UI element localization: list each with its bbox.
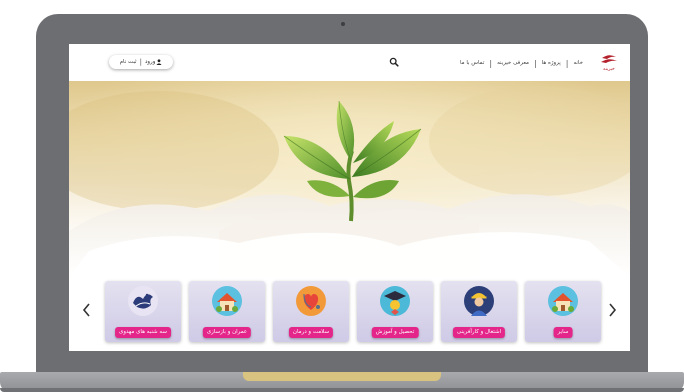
category-card-other[interactable]: سایر — [525, 281, 601, 342]
category-label: سه شنبه های مهدوی — [115, 327, 171, 338]
category-label: تحصیل و آموزش — [371, 327, 419, 338]
laptop-base-shadow — [0, 388, 684, 392]
category-label: سایر — [553, 327, 573, 338]
nav-separator: | — [565, 58, 569, 68]
category-label: سلامت و درمان — [288, 327, 334, 338]
category-cards: سایر اشتغال و کارآفرینی تحصیل و آموزش سل… — [69, 277, 630, 351]
website-screen: خیرینه خانه | پروژه ها | معرفی خیرینه | … — [69, 44, 630, 351]
category-card-employment[interactable]: اشتغال و کارآفرینی — [441, 281, 517, 342]
main-nav: خانه | پروژه ها | معرفی خیرینه | تماس با… — [455, 57, 588, 69]
category-card-construction[interactable]: عمران و بازسازی — [189, 281, 265, 342]
laptop-hinge-notch — [243, 372, 441, 381]
login-link[interactable]: ورود — [145, 59, 155, 65]
nav-separator: | — [533, 58, 537, 68]
house-icon — [548, 286, 578, 316]
category-label: عمران و بازسازی — [202, 327, 252, 338]
graduation-icon — [380, 286, 410, 316]
search-icon[interactable] — [389, 57, 399, 67]
nav-home[interactable]: خانه — [568, 60, 588, 66]
house-icon — [212, 286, 242, 316]
category-card-health[interactable]: سلامت و درمان — [273, 281, 349, 342]
mahdavi-calligraphy-icon — [128, 286, 158, 316]
register-link[interactable]: ثبت نام — [120, 59, 137, 65]
nav-separator: | — [489, 58, 493, 68]
user-icon — [156, 59, 162, 65]
laptop-mockup: خیرینه خانه | پروژه ها | معرفی خیرینه | … — [0, 0, 684, 392]
category-label: اشتغال و کارآفرینی — [452, 327, 506, 338]
nav-projects[interactable]: پروژه ها — [537, 60, 566, 66]
logo-icon[interactable]: خیرینه — [597, 51, 621, 75]
auth-separator: | — [139, 58, 142, 66]
sprout-image — [69, 81, 630, 277]
nav-about[interactable]: معرفی خیرینه — [492, 60, 534, 66]
logo-text: خیرینه — [603, 67, 615, 72]
category-card-education[interactable]: تحصیل و آموزش — [357, 281, 433, 342]
auth-pill: ورود | ثبت نام — [109, 55, 173, 69]
category-carousel: سایر اشتغال و کارآفرینی تحصیل و آموزش سل… — [69, 277, 630, 351]
nav-contact[interactable]: تماس با ما — [455, 60, 489, 66]
category-card-mahdavi[interactable]: سه شنبه های مهدوی — [105, 281, 181, 342]
laptop-camera — [341, 22, 345, 26]
site-header: خیرینه خانه | پروژه ها | معرفی خیرینه | … — [69, 44, 630, 81]
hero-banner — [69, 81, 630, 277]
health-heart-icon — [296, 286, 326, 316]
worker-icon — [464, 286, 494, 316]
